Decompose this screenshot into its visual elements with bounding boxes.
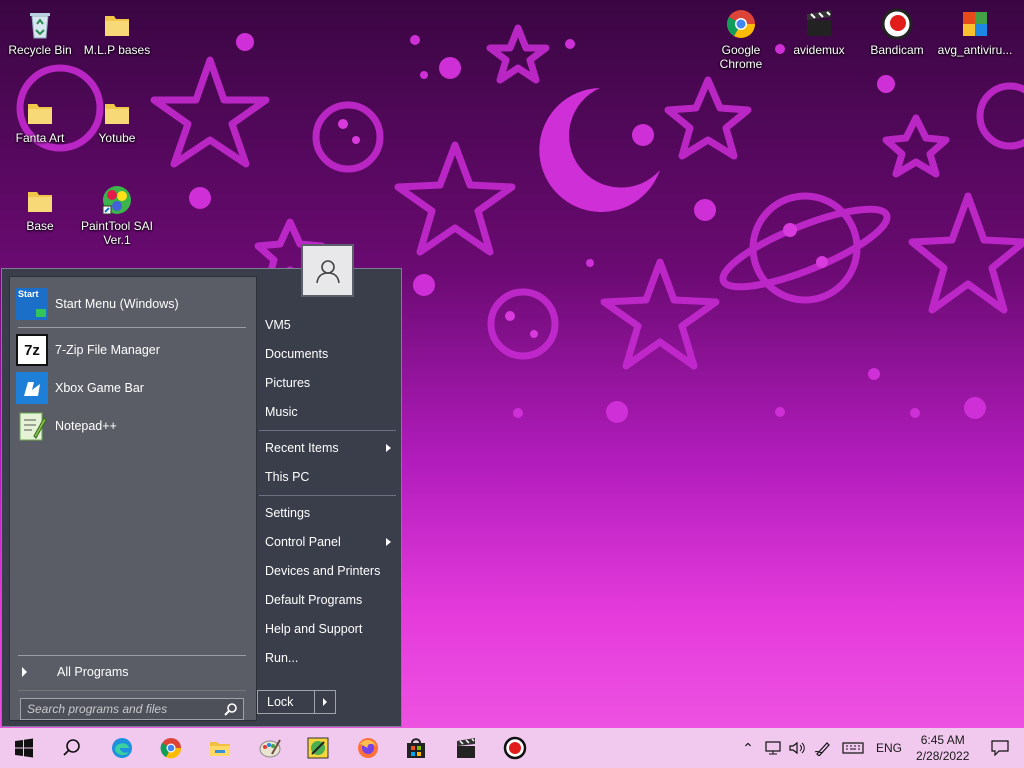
desktop-icon-fanta-art[interactable]: Fanta Art: [0, 96, 80, 145]
pinned-item-label: Notepad++: [55, 419, 117, 433]
desktop-icon-label: avidemux: [793, 43, 845, 57]
pinned-item-label: 7-Zip File Manager: [55, 343, 160, 357]
notepad-plus-plus-icon: [19, 412, 47, 441]
chevron-up-icon[interactable]: ⌃: [738, 740, 758, 757]
chrome-icon[interactable]: [159, 736, 183, 760]
clock[interactable]: 6:45 AM 2/28/2022: [916, 732, 969, 764]
start-menu: Start Start Menu (Windows) 7z 7-Zip File…: [1, 268, 402, 727]
user-avatar[interactable]: [301, 244, 354, 297]
desktop-icon-mlp-bases[interactable]: M.L.P bases: [77, 8, 157, 57]
store-icon[interactable]: [404, 736, 428, 760]
desktop-icon-label: avg_antiviru...: [937, 43, 1013, 57]
separator: [18, 327, 246, 328]
clock-date: 2/28/2022: [916, 749, 970, 763]
folder-icon: [28, 192, 52, 212]
desktop-icon-yotube[interactable]: Yotube: [77, 96, 157, 145]
desktop-icon-label: Bandicam: [870, 43, 924, 57]
language-indicator[interactable]: ENG: [876, 741, 902, 755]
separator: [259, 430, 396, 431]
menu-item-pictures[interactable]: Pictures: [265, 373, 310, 393]
clock-time: 6:45 AM: [920, 733, 965, 747]
pen-workspace-icon[interactable]: [814, 740, 832, 756]
start-menu-programs-pane: Start Start Menu (Windows) 7z 7-Zip File…: [9, 276, 257, 721]
pinned-start-menu-windows[interactable]: Start Start Menu (Windows): [16, 287, 248, 321]
desktop-icon-painttool-sai[interactable]: PaintTool SAI Ver.1: [77, 184, 157, 247]
taskbar: ⌃ ENG 6:45 AM 2/28/2022: [0, 728, 1024, 768]
menu-item-recent-items[interactable]: Recent Items: [265, 438, 339, 458]
folder-icon: [105, 16, 129, 36]
system-tray: ⌃ ENG 6:45 AM 2/28/2022: [738, 728, 1010, 768]
firefox-icon[interactable]: [356, 736, 380, 760]
menu-item-music[interactable]: Music: [265, 402, 298, 422]
separator: [18, 690, 246, 691]
painttool-sai-icon: [102, 186, 131, 215]
lock-button[interactable]: Lock: [257, 690, 336, 714]
pinned-xbox-game-bar[interactable]: Xbox Game Bar: [16, 371, 248, 405]
folder-icon: [105, 104, 129, 124]
menu-item-settings[interactable]: Settings: [265, 503, 310, 523]
menu-item-vm5[interactable]: VM5: [265, 315, 291, 335]
desktop-icon-label: Fanta Art: [15, 131, 65, 145]
menu-item-this-pc[interactable]: This PC: [265, 467, 309, 487]
pinned-notepad-plus-plus[interactable]: Notepad++: [16, 409, 248, 443]
triangle-right-icon: [323, 698, 327, 706]
desktop-icon-label: Yotube: [98, 131, 136, 145]
desktop-icon-label: PaintTool SAI Ver.1: [80, 219, 154, 247]
desktop-icon-avidemux[interactable]: avidemux: [779, 8, 859, 57]
separator: [259, 495, 396, 496]
desktop-icon-label: Google Chrome: [719, 43, 763, 71]
chrome-icon: [727, 10, 755, 38]
user-icon: [315, 259, 340, 283]
7zip-icon: 7z: [16, 334, 48, 366]
start-button-icon[interactable]: [12, 736, 36, 760]
notification-icon[interactable]: [991, 740, 1010, 756]
folder-icon: [28, 104, 52, 124]
pinned-7zip[interactable]: 7z 7-Zip File Manager: [16, 333, 248, 367]
desktop-icon-recycle-bin[interactable]: Recycle Bin: [0, 8, 80, 57]
desktop-icon-avg-antivirus[interactable]: avg_antiviru...: [935, 8, 1015, 57]
volume-icon[interactable]: [788, 741, 806, 755]
bandicam-icon[interactable]: [503, 736, 527, 760]
triangle-right-icon: [22, 667, 27, 677]
network-icon[interactable]: [764, 741, 782, 755]
desktop-icon-google-chrome[interactable]: Google Chrome: [701, 8, 781, 71]
pinned-item-label: Start Menu (Windows): [55, 297, 179, 311]
avidemux-icon[interactable]: [454, 736, 478, 760]
avg-antivirus-icon: [963, 12, 987, 36]
lock-options-button[interactable]: [314, 691, 335, 713]
search-input[interactable]: Search programs and files: [20, 698, 244, 720]
avidemux-icon: [807, 10, 831, 36]
desktop-icon-bandicam[interactable]: Bandicam: [857, 8, 937, 57]
search-icon: [224, 703, 237, 716]
submenu-arrow-icon: [386, 538, 391, 546]
xbox-game-bar-icon: [16, 372, 48, 404]
touch-keyboard-icon[interactable]: [842, 741, 864, 755]
desktop-icon-base[interactable]: Base: [0, 184, 80, 233]
file-explorer-icon[interactable]: [208, 736, 232, 760]
search-icon[interactable]: [60, 736, 84, 760]
desktop-icon-label: Base: [26, 219, 54, 233]
menu-item-control-panel[interactable]: Control Panel: [265, 532, 341, 552]
menu-item-default-programs[interactable]: Default Programs: [265, 590, 362, 610]
desktop-icon-label: M.L.P bases: [83, 43, 151, 57]
recycle-bin-icon: [30, 13, 50, 39]
desktop-icon-label: Recycle Bin: [8, 43, 72, 57]
all-programs-button[interactable]: All Programs: [16, 655, 248, 689]
bandicam-icon: [881, 8, 913, 40]
edge-icon[interactable]: [110, 736, 134, 760]
menu-item-devices-printers[interactable]: Devices and Printers: [265, 561, 380, 581]
pinned-item-label: Xbox Game Bar: [55, 381, 144, 395]
menu-item-run[interactable]: Run...: [265, 648, 298, 668]
lock-label: Lock: [267, 695, 294, 709]
all-programs-label: All Programs: [57, 665, 129, 679]
paint-icon[interactable]: [258, 736, 282, 760]
search-placeholder: Search programs and files: [27, 702, 168, 716]
submenu-arrow-icon: [386, 444, 391, 452]
start-menu-settings-icon: Start: [16, 288, 48, 320]
menu-item-documents[interactable]: Documents: [265, 344, 328, 364]
menu-item-help-support[interactable]: Help and Support: [265, 619, 362, 639]
paint-tool-icon[interactable]: [306, 736, 330, 760]
